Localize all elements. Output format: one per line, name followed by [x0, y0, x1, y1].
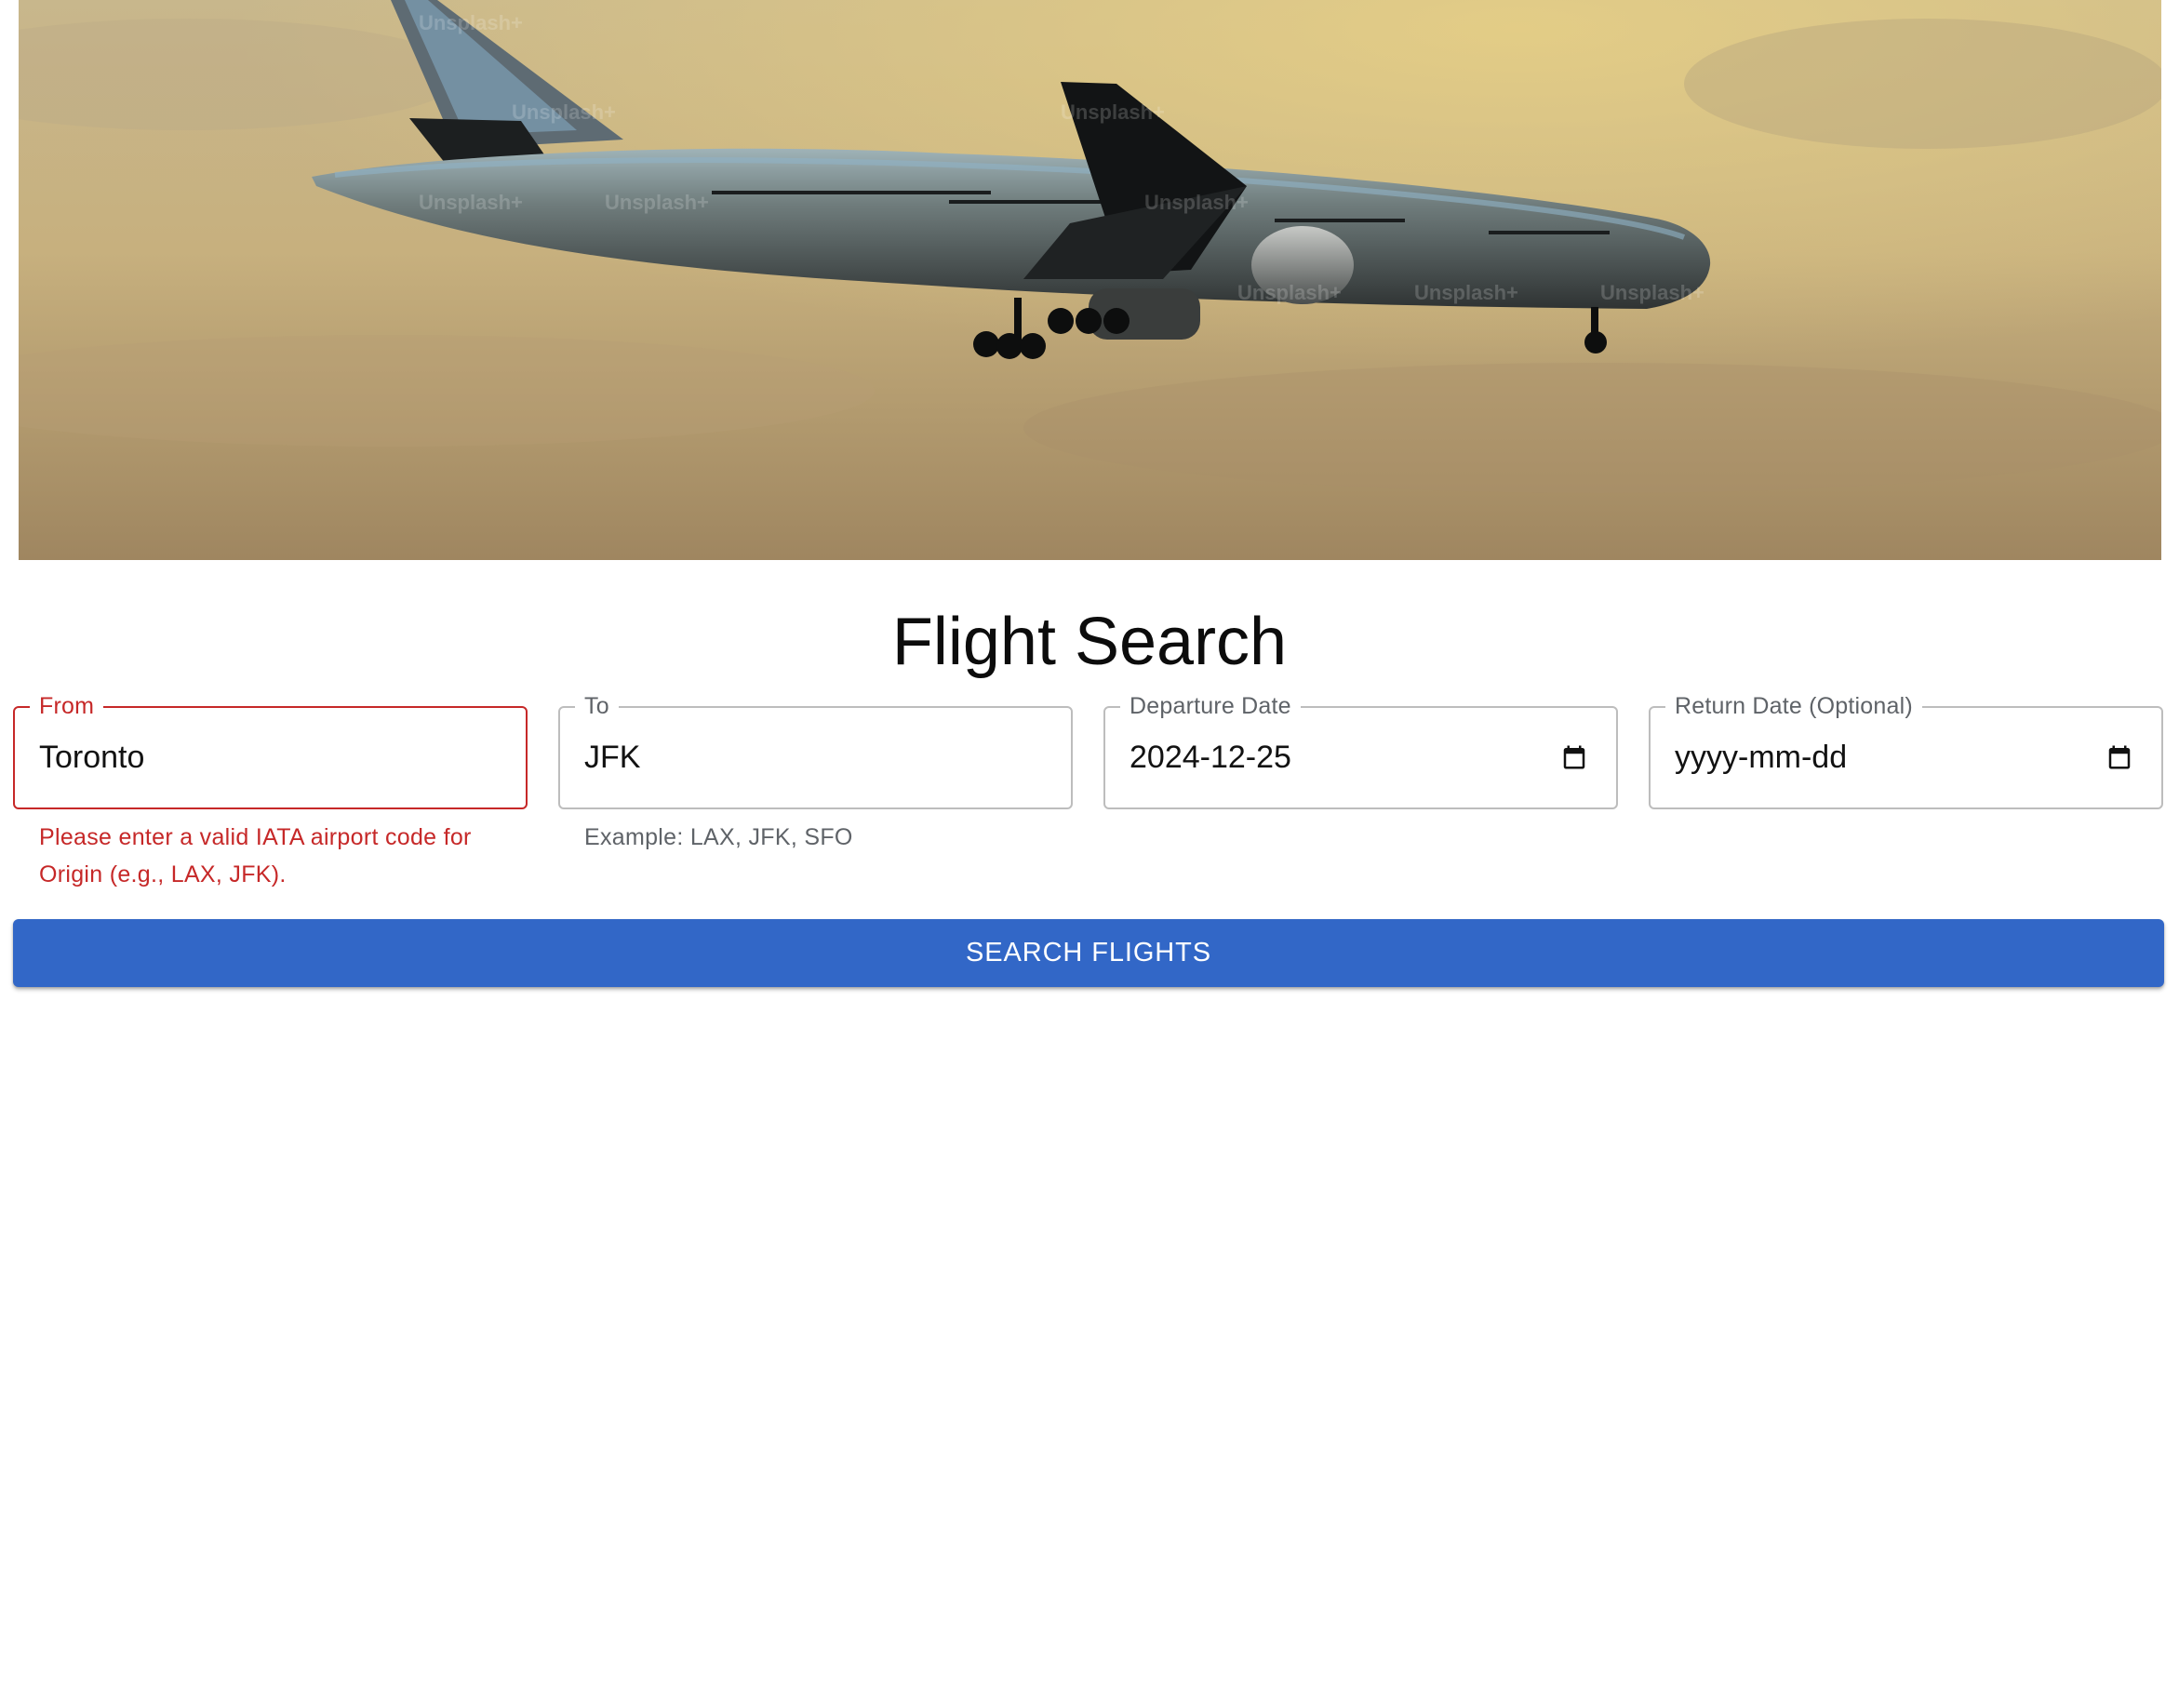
return-date-field[interactable]: Return Date (Optional) yyyy-mm-dd [1649, 693, 2163, 809]
departure-date-input[interactable]: 2024-12-25 [1130, 706, 1553, 809]
watermark-text: Unsplash+ [512, 100, 616, 124]
watermark-text: Unsplash+ [1237, 281, 1342, 304]
flight-search-page: Unsplash+ Unsplash+ Unsplash+ Unsplash+ … [0, 0, 2179, 1708]
from-input[interactable]: Toronto [39, 706, 462, 809]
watermark-text: Unsplash+ [1414, 281, 1518, 304]
airplane-photo: Unsplash+ Unsplash+ Unsplash+ Unsplash+ … [19, 0, 2161, 560]
search-flights-button[interactable]: SEARCH FLIGHTS [13, 919, 2164, 987]
watermark-text: Unsplash+ [419, 191, 523, 214]
watermark-text: Unsplash+ [1061, 100, 1165, 124]
page-title: Flight Search [891, 605, 1288, 679]
calendar-icon[interactable] [1560, 743, 1588, 771]
from-error-message: Please enter a valid IATA airport code f… [39, 824, 472, 887]
departure-date-field[interactable]: Departure Date 2024-12-25 [1103, 693, 1618, 809]
calendar-icon[interactable] [2105, 743, 2133, 771]
watermark-text: Unsplash+ [419, 11, 523, 34]
watermark-text: Unsplash+ [1600, 281, 1704, 304]
to-field[interactable]: To JFK [558, 693, 1073, 809]
watermark-text: Unsplash+ [1144, 191, 1249, 214]
to-helper-text: Example: LAX, JFK, SFO [584, 824, 853, 850]
to-input[interactable]: JFK [584, 706, 1008, 809]
hero-airplane-image: Unsplash+ Unsplash+ Unsplash+ Unsplash+ … [19, 0, 2161, 560]
watermark-text: Unsplash+ [605, 191, 709, 214]
from-field[interactable]: From Toronto [13, 693, 528, 809]
return-date-input[interactable]: yyyy-mm-dd [1675, 706, 2098, 809]
